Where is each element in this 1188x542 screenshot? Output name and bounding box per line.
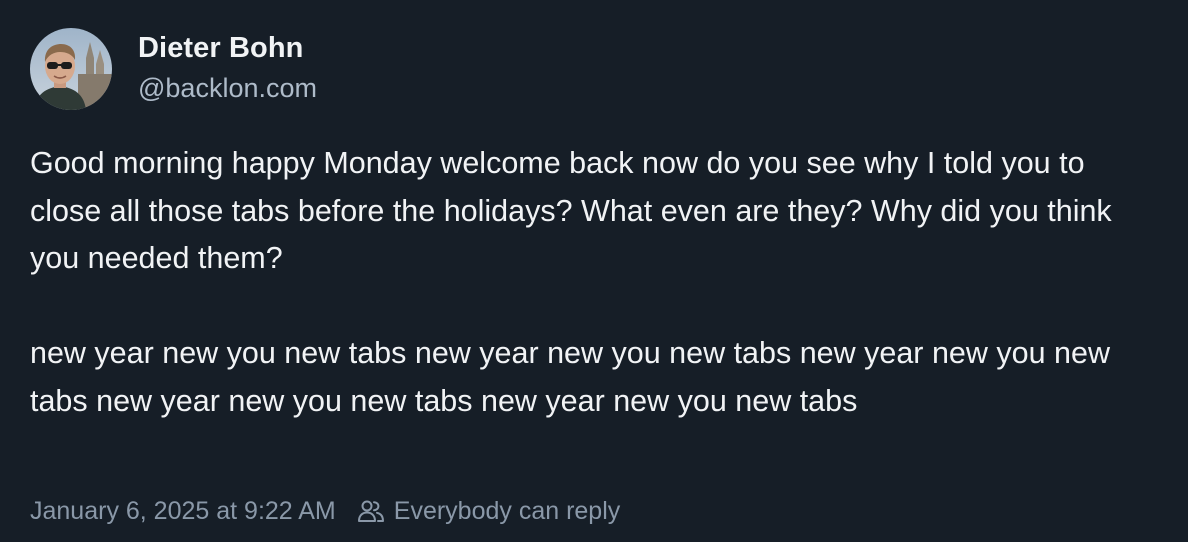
post-header: Dieter Bohn @backlon.com bbox=[30, 28, 317, 110]
avatar-image bbox=[30, 28, 112, 110]
post-paragraph-1: Good morning happy Monday welcome back n… bbox=[30, 146, 1121, 275]
post-paragraph-2: new year new you new tabs new year new y… bbox=[30, 336, 1119, 418]
reply-setting[interactable]: Everybody can reply bbox=[356, 494, 621, 528]
post-timestamp[interactable]: January 6, 2025 at 9:22 AM bbox=[30, 494, 336, 528]
author-display-name[interactable]: Dieter Bohn bbox=[138, 31, 317, 65]
reply-setting-label: Everybody can reply bbox=[393, 497, 621, 525]
post-text: Good morning happy Monday welcome back n… bbox=[30, 140, 1160, 425]
author-handle[interactable]: @backlon.com bbox=[138, 71, 317, 105]
author-names: Dieter Bohn @backlon.com bbox=[138, 31, 317, 105]
people-icon bbox=[356, 496, 386, 526]
post-card: Dieter Bohn @backlon.com Good morning ha… bbox=[0, 0, 1188, 542]
post-meta: January 6, 2025 at 9:22 AM Everybody can… bbox=[30, 494, 620, 528]
avatar[interactable] bbox=[30, 28, 112, 110]
